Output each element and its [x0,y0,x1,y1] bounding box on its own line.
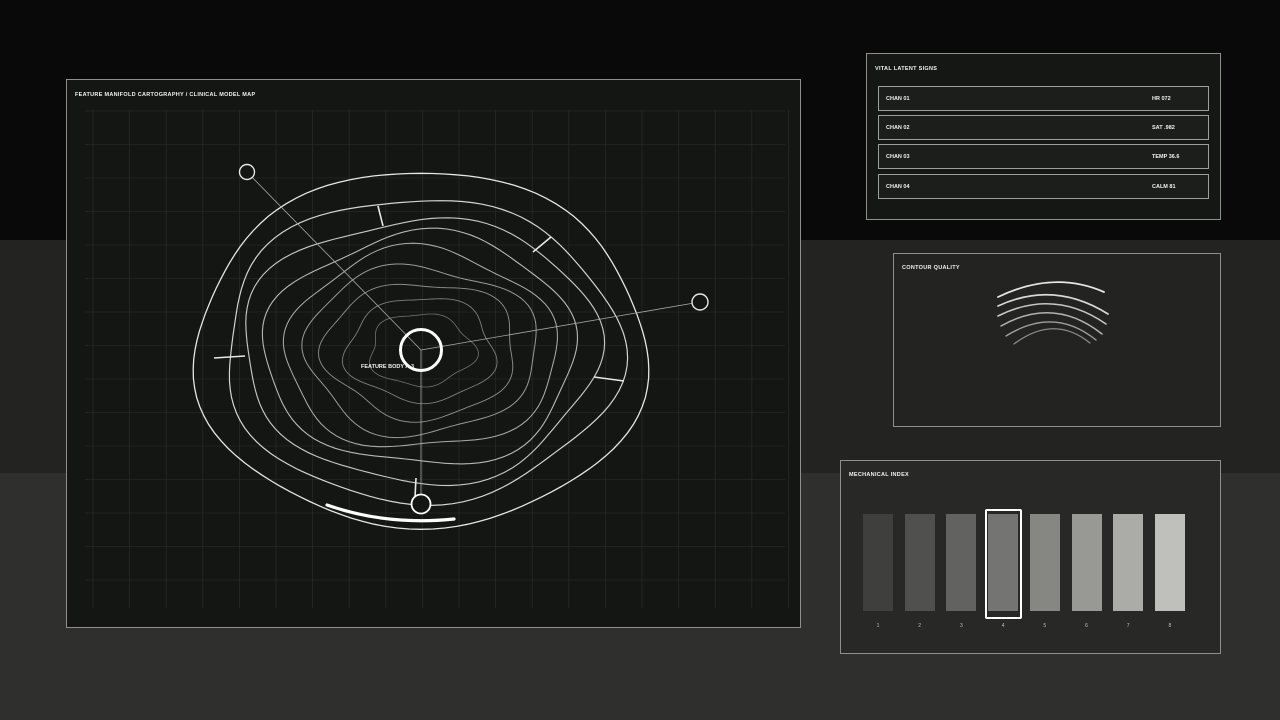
mechanical-panel-title: MECHANICAL INDEX [849,472,910,478]
index-bar[interactable] [863,514,893,611]
contour-quality-panel: CONTOUR QUALITY [893,253,1221,427]
vital-row[interactable]: CHAN 01 HR 072 [878,86,1209,111]
tick-mark [532,236,552,253]
index-bar[interactable] [946,514,977,611]
index-bar[interactable] [1071,514,1102,611]
node-marker-right[interactable] [691,293,709,311]
tick-marks [213,205,625,498]
index-bar-label: 5 [1043,623,1047,629]
contour-ring [261,227,579,465]
connector-line [420,301,701,351]
channel-label: CHAN 01 [886,96,910,102]
index-bar-label: 4 [1001,623,1005,629]
tick-mark [377,205,384,227]
map-grid [85,110,789,608]
index-bar[interactable] [1113,514,1144,611]
contour-ring [282,242,558,448]
channel-value: CALM 81 [1152,184,1176,190]
contour-quality-graphic [997,281,1109,345]
index-bar-label: 2 [918,623,922,629]
feature-body-label: FEATURE BODY A-3 [361,364,414,370]
contour-ring [228,200,629,507]
vital-row[interactable]: CHAN 04 CALM 81 [878,174,1209,199]
manifold-map-panel[interactable]: FEATURE BODY A-3 FEATURE MANIFOLD CARTOG… [66,79,801,628]
connector-lines [246,171,701,504]
vital-row[interactable]: CHAN 03 TEMP 36.6 [878,144,1209,169]
vital-row[interactable]: CHAN 02 SAT .982 [878,115,1209,140]
manifold-map-canvas[interactable]: FEATURE BODY A-3 [67,80,802,629]
index-bar-label: 3 [960,623,963,629]
index-bar[interactable] [1154,514,1185,611]
channel-label: CHAN 03 [886,154,910,160]
channel-label: CHAN 04 [886,184,910,190]
index-bar[interactable] [1029,514,1060,611]
tick-mark [414,477,417,498]
index-bar-label: 1 [876,623,880,629]
quality-arc [997,302,1107,325]
contour-ring [318,283,514,423]
map-panel-title: FEATURE MANIFOLD CARTOGRAPHY / CLINICAL … [75,92,256,98]
connector-line [246,171,422,351]
selected-index-frame [985,509,1022,619]
tick-mark [213,355,246,359]
index-bar[interactable] [904,514,935,611]
contour-ring [341,298,498,405]
quality-arc [1013,328,1091,345]
channel-value: HR 072 [1152,96,1171,102]
vital-latent-signs-panel: VITAL LATENT SIGNS CHAN 01 HR 072 CHAN 0… [866,53,1221,220]
contour-ring [301,263,537,439]
channel-value: TEMP 36.6 [1152,154,1180,160]
node-marker-top-left[interactable] [238,163,256,181]
channel-label: CHAN 02 [886,125,910,131]
node-marker-bottom[interactable] [410,493,432,515]
contour-ring [245,217,606,487]
index-bar-label: 6 [1085,623,1088,629]
vitals-panel-title: VITAL LATENT SIGNS [875,66,938,72]
index-bar-label: 7 [1126,623,1130,629]
mechanical-index-panel: MECHANICAL INDEX 1 2 3 4 5 6 7 8 [840,460,1221,654]
index-bar-label: 8 [1168,623,1172,629]
channel-value: SAT .982 [1152,125,1175,131]
